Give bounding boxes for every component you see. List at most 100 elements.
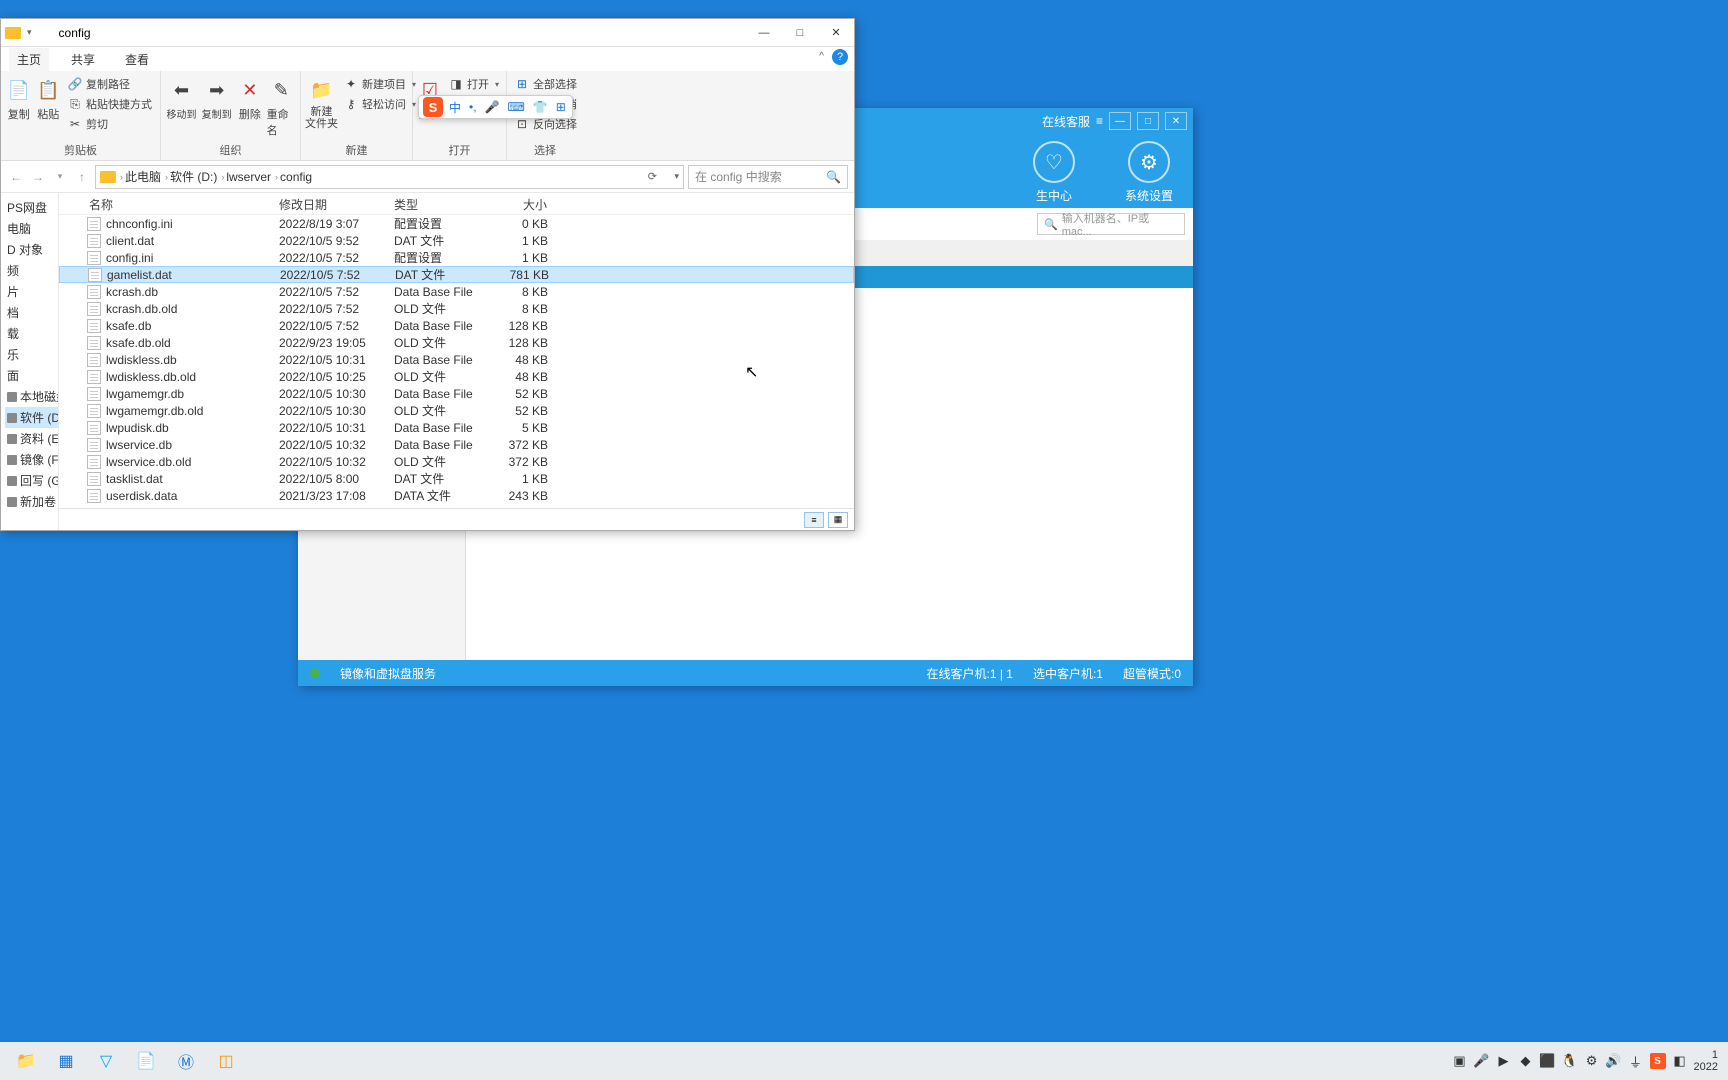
app-search-input[interactable]: 🔍 输入机器名、IP或mac... — [1037, 213, 1185, 235]
taskbar[interactable]: 📁 ▦ ▽ 📄 Ⓜ ◫ ▣ 🎤 ▶ ◆ ⬛ 🐧 ⚙ 🔊 ⏚ S ◧ 1 2022 — [0, 1042, 1728, 1080]
search-input[interactable]: 在 config 中搜索 🔍 — [688, 165, 848, 189]
volume-icon[interactable]: 🔊 — [1606, 1053, 1622, 1069]
file-row[interactable]: ksafe.db2022/10/5 7:52Data Base File128 … — [59, 317, 854, 334]
nav-item[interactable]: 档 — [5, 302, 58, 323]
help-icon[interactable]: ? — [832, 49, 848, 65]
col-size[interactable]: 大小 — [486, 193, 556, 214]
refresh-icon[interactable]: ⟳ — [648, 170, 657, 183]
ime-voice-icon[interactable]: 🎤 — [483, 100, 502, 114]
forward-button[interactable]: → — [29, 168, 47, 186]
network-icon[interactable]: ⏚ — [1628, 1053, 1644, 1069]
nav-item[interactable]: 乐 — [5, 344, 58, 365]
tray-icon[interactable]: ◆ — [1518, 1053, 1534, 1069]
new-folder-button[interactable]: 📁新建 文件夹 — [305, 73, 338, 130]
tray-icon[interactable]: 🐧 — [1562, 1053, 1578, 1069]
icons-view-button[interactable]: ▦ — [828, 512, 848, 528]
open-button[interactable]: ◨打开▾ — [445, 75, 503, 93]
file-row[interactable]: config.ini2022/10/5 7:52配置设置1 KB — [59, 249, 854, 266]
paste-button[interactable]: 📋粘贴 — [35, 73, 63, 122]
details-view-button[interactable]: ≡ — [804, 512, 824, 528]
paste-shortcut-button[interactable]: ⎘粘贴快捷方式 — [64, 95, 156, 113]
navigation-pane[interactable]: PS网盘电脑D 对象频片档载乐面本地磁盘 (C:)软件 (D:)资料 (E:)镜… — [1, 193, 59, 530]
file-row[interactable]: kcrash.db2022/10/5 7:52Data Base File8 K… — [59, 283, 854, 300]
copy-path-button[interactable]: 🔗复制路径 — [64, 75, 156, 93]
tab-share[interactable]: 共享 — [63, 48, 103, 71]
file-row[interactable]: lwservice.db.old2022/10/5 10:32OLD 文件372… — [59, 453, 854, 470]
file-row[interactable]: kcrash.db.old2022/10/5 7:52OLD 文件8 KB — [59, 300, 854, 317]
close-button[interactable]: ✕ — [1165, 112, 1187, 130]
copy-button[interactable]: 📄复制 — [5, 73, 33, 122]
ime-skin-icon[interactable]: 👕 — [531, 100, 550, 114]
toolbar-settings[interactable]: ⚙ 系统设置 — [1125, 141, 1173, 204]
app-taskbar-icon[interactable]: Ⓜ — [166, 1046, 206, 1076]
ime-punct-icon[interactable]: •, — [467, 100, 479, 114]
file-row[interactable]: lwdiskless.db.old2022/10/5 10:25OLD 文件48… — [59, 368, 854, 385]
file-explorer-taskbar-icon[interactable]: 📁 — [6, 1046, 46, 1076]
file-row[interactable]: lwservice.db2022/10/5 10:32Data Base Fil… — [59, 436, 854, 453]
titlebar[interactable]: ▾ config — □ ✕ — [1, 19, 854, 47]
nav-item[interactable]: 载 — [5, 323, 58, 344]
close-button[interactable]: ✕ — [818, 19, 854, 46]
file-row[interactable]: ksafe.db.old2022/9/23 19:05OLD 文件128 KB — [59, 334, 854, 351]
tray-icon[interactable]: ▶ — [1496, 1053, 1512, 1069]
tray-icon[interactable]: ◧ — [1672, 1053, 1688, 1069]
nav-item[interactable]: 电脑 — [5, 218, 58, 239]
toolbar-center[interactable]: ♡ 生中心 — [1033, 141, 1075, 204]
nav-item[interactable]: 频 — [5, 260, 58, 281]
maximize-button[interactable]: □ — [1137, 112, 1159, 130]
up-button[interactable]: ↑ — [73, 168, 91, 186]
tray-icon[interactable]: ▣ — [1452, 1053, 1468, 1069]
tray-icon[interactable]: ⚙ — [1584, 1053, 1600, 1069]
nav-item[interactable]: 片 — [5, 281, 58, 302]
ime-tray-icon[interactable]: S — [1650, 1053, 1666, 1069]
app-taskbar-icon[interactable]: ▦ — [46, 1046, 86, 1076]
app-taskbar-icon[interactable]: ◫ — [206, 1046, 246, 1076]
maximize-button[interactable]: □ — [782, 19, 818, 46]
system-tray[interactable]: ▣ 🎤 ▶ ◆ ⬛ 🐧 ⚙ 🔊 ⏚ S ◧ 1 2022 — [1452, 1049, 1722, 1073]
back-button[interactable]: ← — [7, 168, 25, 186]
nav-item[interactable]: PS网盘 — [5, 197, 58, 218]
nav-item[interactable]: 镜像 (F:) — [5, 449, 58, 470]
easy-access-button[interactable]: ⚷轻松访问▾ — [340, 95, 420, 113]
col-date[interactable]: 修改日期 — [271, 193, 386, 214]
file-row[interactable]: lwpudisk.db2022/10/5 10:31Data Base File… — [59, 419, 854, 436]
file-row[interactable]: tasklist.dat2022/10/5 8:00DAT 文件1 KB — [59, 470, 854, 487]
address-dropdown-icon[interactable]: ▾ — [674, 171, 679, 182]
tray-icon[interactable]: ⬛ — [1540, 1053, 1556, 1069]
ime-lang[interactable]: 中 — [447, 99, 463, 116]
file-row[interactable]: lwdiskless.db2022/10/5 10:31Data Base Fi… — [59, 351, 854, 368]
nav-item[interactable]: 回写 (G:) — [5, 470, 58, 491]
new-item-button[interactable]: ✦新建项目▾ — [340, 75, 420, 93]
tray-icon[interactable]: 🎤 — [1474, 1053, 1490, 1069]
qat-down-icon[interactable]: ▾ — [27, 27, 32, 38]
minimize-button[interactable]: — — [746, 19, 782, 46]
online-service-link[interactable]: 在线客服 — [1042, 113, 1090, 130]
file-row[interactable]: userdisk.data2021/3/23 17:08DATA 文件243 K… — [59, 487, 854, 504]
file-row[interactable]: gamelist.dat2022/10/5 7:52DAT 文件781 KB — [59, 266, 854, 283]
nav-item[interactable]: 新加卷 (H:) — [5, 491, 58, 512]
col-name[interactable]: 名称 — [59, 193, 271, 214]
col-type[interactable]: 类型 — [386, 193, 486, 214]
move-to-button[interactable]: ⬅移动到 — [165, 73, 198, 121]
rename-button[interactable]: ✎重命名 — [267, 73, 296, 138]
minimize-button[interactable]: — — [1109, 112, 1131, 130]
recent-dropdown[interactable]: ▾ — [51, 168, 69, 186]
address-bar[interactable]: ›此电脑 ›软件 (D:) ›lwserver ›config ▾ ⟳ — [95, 165, 684, 189]
tab-home[interactable]: 主页 — [9, 48, 49, 71]
file-row[interactable]: lwgamemgr.db2022/10/5 10:30Data Base Fil… — [59, 385, 854, 402]
ime-keyboard-icon[interactable]: ⌨ — [506, 100, 527, 114]
collapse-ribbon-icon[interactable]: ^ — [819, 51, 824, 62]
select-all-button[interactable]: ⊞全部选择 — [511, 75, 581, 93]
ime-toolbox-icon[interactable]: ⊞ — [554, 100, 568, 114]
file-row[interactable]: chnconfig.ini2022/8/19 3:07配置设置0 KB — [59, 215, 854, 232]
app-taskbar-icon[interactable]: 📄 — [126, 1046, 166, 1076]
nav-item[interactable]: 软件 (D:) — [5, 407, 58, 428]
nav-item[interactable]: 面 — [5, 365, 58, 386]
file-row[interactable]: lwgamemgr.db.old2022/10/5 10:30OLD 文件52 … — [59, 402, 854, 419]
delete-button[interactable]: ✕删除 — [235, 73, 264, 122]
copy-to-button[interactable]: ➡复制到 — [200, 73, 233, 121]
tab-view[interactable]: 查看 — [117, 48, 157, 71]
nav-item[interactable]: 资料 (E:) — [5, 428, 58, 449]
ime-toolbar[interactable]: S 中 •, 🎤 ⌨ 👕 ⊞ — [418, 95, 573, 119]
clock[interactable]: 1 2022 — [1694, 1049, 1718, 1073]
